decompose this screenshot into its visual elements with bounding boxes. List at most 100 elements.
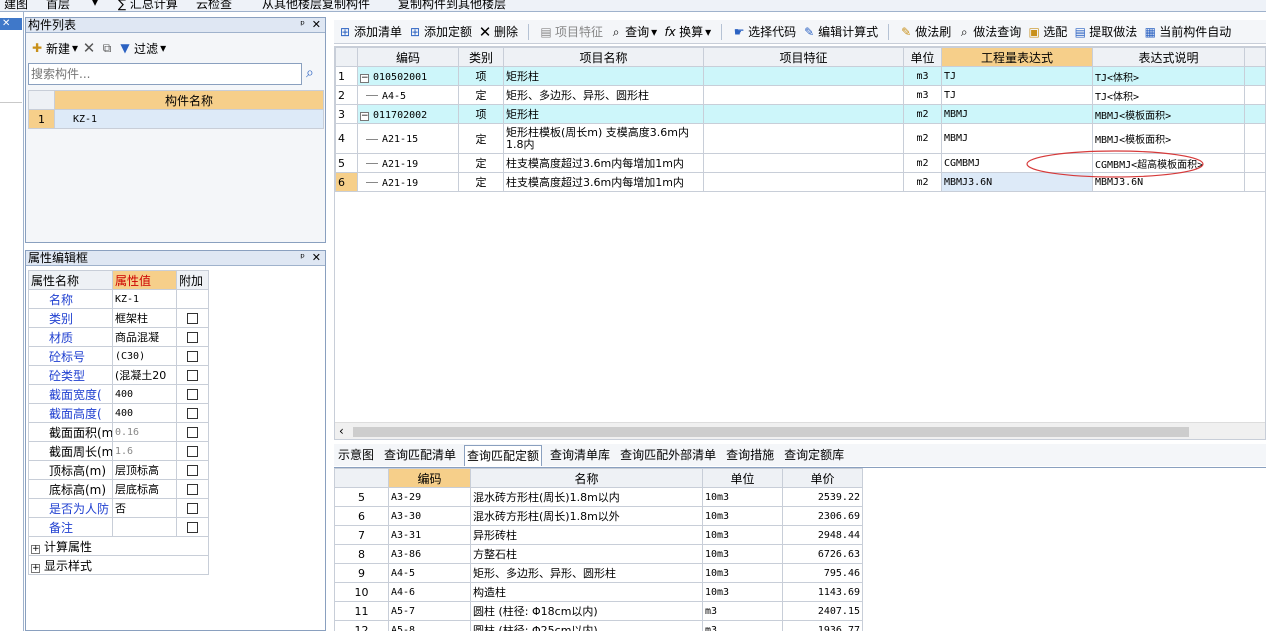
delete-button[interactable]: ✕ — [82, 38, 96, 58]
quota-unit[interactable]: 10m3 — [702, 563, 783, 583]
type-cell[interactable]: 定 — [458, 85, 504, 105]
checkbox[interactable] — [187, 522, 198, 533]
property-row[interactable]: 截面周长(m 1.6 — [28, 441, 209, 461]
quota-unit[interactable]: m3 — [702, 620, 783, 631]
property-value[interactable]: 否 — [112, 498, 177, 518]
property-extra[interactable] — [176, 384, 209, 404]
toolbar-item-draw[interactable]: 建图 — [4, 0, 28, 11]
property-row[interactable]: 备注 — [28, 517, 209, 537]
checkbox[interactable] — [187, 484, 198, 495]
close-icon[interactable]: ✕ — [312, 251, 321, 265]
delete-button[interactable]: ✕ 删除 — [478, 22, 518, 42]
table-row[interactable]: 3−011702002 项矩形柱 m2 MBMJ MBMJ<模板面积> — [335, 104, 1265, 124]
quota-name[interactable]: 混水砖方形柱(周长)1.8m以内 — [470, 487, 703, 507]
tab-query-match-list[interactable]: 查询匹配清单 — [382, 446, 458, 466]
quota-code[interactable]: A4-6 — [388, 582, 471, 602]
select-code-button[interactable]: ☛ 选择代码 — [732, 22, 796, 42]
property-extra[interactable] — [176, 479, 209, 499]
group-row-display[interactable]: + 显示样式 — [28, 555, 209, 575]
quota-price[interactable]: 1143.69 — [782, 582, 863, 602]
checkbox[interactable] — [187, 446, 198, 457]
quota-code[interactable]: A4-5 — [388, 563, 471, 583]
property-extra[interactable] — [176, 498, 209, 518]
code-cell[interactable]: A4-5 — [357, 85, 459, 105]
search-icon[interactable]: ⌕ — [306, 65, 314, 81]
desc-cell[interactable]: TJ<体积> — [1092, 85, 1245, 105]
name-cell[interactable]: 矩形柱 — [503, 66, 704, 86]
tab-query-match-quota[interactable]: 查询匹配定额 — [464, 445, 543, 466]
table-row[interactable]: 6 A3-30 混水砖方形柱(周长)1.8m以外 10m3 2306.69 — [334, 506, 863, 526]
checkbox[interactable] — [187, 351, 198, 362]
unit-cell[interactable]: m2 — [903, 104, 942, 124]
close-icon[interactable]: ✕ — [0, 18, 22, 30]
filter-button[interactable]: ▼ 过滤 ▾ — [118, 38, 166, 58]
quota-price[interactable]: 2539.22 — [782, 487, 863, 507]
quota-code[interactable]: A5-7 — [388, 601, 471, 621]
checkbox[interactable] — [187, 465, 198, 476]
add-list-button[interactable]: ⊞ 添加清单 — [338, 22, 402, 42]
table-row[interactable]: 11 A5-7 圆柱 (柱径: Φ18cm以内) m3 2407.15 — [334, 601, 863, 621]
property-row[interactable]: 砼标号 (C30) — [28, 346, 209, 366]
tab-diagram[interactable]: 示意图 — [336, 446, 376, 466]
feature-cell[interactable] — [703, 85, 904, 105]
copy-button[interactable]: ⧉ — [100, 38, 114, 58]
checkbox[interactable] — [187, 408, 198, 419]
feature-cell[interactable] — [703, 104, 904, 124]
quota-unit[interactable]: 10m3 — [702, 582, 783, 602]
pin-icon[interactable]: ᵖ — [300, 251, 305, 265]
property-row[interactable]: 名称 KZ-1 — [28, 289, 209, 309]
quota-name[interactable]: 异形砖柱 — [470, 525, 703, 545]
close-icon[interactable]: ✕ — [312, 18, 321, 32]
cloud-check-button[interactable]: 云检查 — [196, 0, 232, 11]
checkbox[interactable] — [187, 389, 198, 400]
property-extra[interactable] — [176, 517, 209, 537]
tab-query-list-lib[interactable]: 查询清单库 — [548, 446, 612, 466]
quota-name[interactable]: 混水砖方形柱(周长)1.8m以外 — [470, 506, 703, 526]
unit-cell[interactable]: m3 — [903, 66, 942, 86]
property-value[interactable]: 框架柱 — [112, 308, 177, 328]
match-button[interactable]: ▣ 选配 — [1027, 22, 1068, 42]
collapse-icon[interactable]: − — [360, 111, 369, 121]
quota-code[interactable]: A3-86 — [388, 544, 471, 564]
scroll-left-icon[interactable]: ‹ — [339, 424, 344, 438]
table-row[interactable]: 2 A4-5 定矩形、多边形、异形、圆形柱 m3 TJ TJ<体积> — [335, 85, 1265, 105]
table-row[interactable]: 7 A3-31 异形砖柱 10m3 2948.44 — [334, 525, 863, 545]
property-extra[interactable] — [176, 422, 209, 442]
name-cell[interactable]: 矩形柱 — [503, 104, 704, 124]
property-extra[interactable] — [176, 365, 209, 385]
method-query-button[interactable]: ⌕ 做法查询 — [957, 22, 1021, 42]
property-value[interactable]: 商品混凝 — [112, 327, 177, 347]
property-row[interactable]: 顶标高(m) 层顶标高 — [28, 460, 209, 480]
property-value[interactable] — [112, 517, 177, 537]
unit-cell[interactable]: m2 — [903, 172, 942, 192]
property-row[interactable]: 截面宽度(400 — [28, 384, 209, 404]
name-cell[interactable]: 柱支模高度超过3.6m内每增加1m内 — [503, 172, 704, 192]
quota-unit[interactable]: 10m3 — [702, 525, 783, 545]
auto-current-button[interactable]: ▦ 当前构件自动 — [1143, 22, 1232, 42]
unit-cell[interactable]: m3 — [903, 85, 942, 105]
property-extra[interactable] — [176, 308, 209, 328]
table-row[interactable]: 1−010502001 项矩形柱 m3 TJ TJ<体积> — [335, 66, 1265, 86]
tab-query-external-list[interactable]: 查询匹配外部清单 — [618, 446, 718, 466]
chevron-down-icon[interactable]: ▾ — [92, 0, 98, 9]
pin-icon[interactable]: ᵖ — [300, 18, 305, 32]
property-value[interactable]: 层底标高 — [112, 479, 177, 499]
expand-icon[interactable]: + — [31, 544, 40, 554]
quota-price[interactable]: 6726.63 — [782, 544, 863, 564]
quota-price[interactable]: 2407.15 — [782, 601, 863, 621]
property-value[interactable]: 0.16 — [112, 422, 177, 442]
property-row[interactable]: 底标高(m) 层底标高 — [28, 479, 209, 499]
quota-code[interactable]: A3-29 — [388, 487, 471, 507]
checkbox[interactable] — [187, 503, 198, 514]
checkbox[interactable] — [187, 370, 198, 381]
expr-cell[interactable]: MBMJ — [941, 104, 1093, 124]
property-extra[interactable] — [176, 403, 209, 423]
edit-formula-button[interactable]: ✎ 编辑计算式 — [802, 22, 878, 42]
table-row[interactable]: 5 A3-29 混水砖方形柱(周长)1.8m以内 10m3 2539.22 — [334, 487, 863, 507]
item-feature-button[interactable]: ▤ 项目特征 — [539, 22, 603, 42]
convert-button[interactable]: fx 换算 ▾ — [663, 22, 711, 42]
code-cell[interactable]: −011702002 — [357, 104, 459, 124]
quota-name[interactable]: 圆柱 (柱径: Φ25cm以内) — [470, 620, 703, 631]
extract-method-button[interactable]: ▤ 提取做法 — [1073, 22, 1138, 42]
code-cell[interactable]: A21-15 — [357, 123, 459, 154]
